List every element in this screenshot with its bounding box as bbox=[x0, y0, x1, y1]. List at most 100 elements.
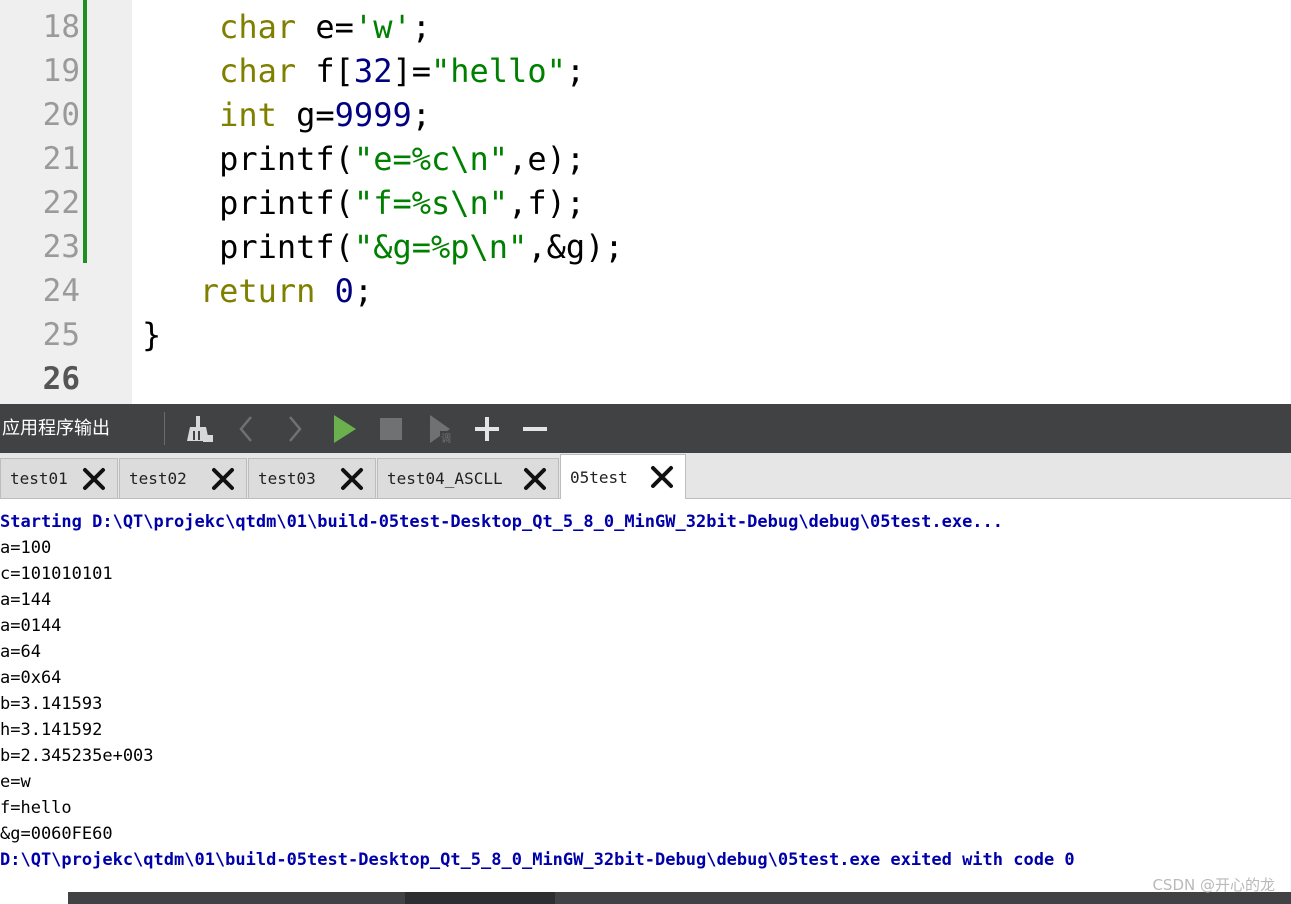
output-tab-test03[interactable]: test03 bbox=[248, 458, 376, 498]
output-tab-test04_ascll[interactable]: test04_ASCLL bbox=[377, 458, 559, 498]
output-line: e=w bbox=[0, 772, 31, 792]
output-line: f=hello bbox=[0, 798, 72, 818]
code-token: ,f); bbox=[508, 184, 586, 222]
output-tab-bar: test01 test02 test03 test04_ASCLL 05test bbox=[0, 453, 1291, 499]
output-status-line: D:\QT\projekc\qtdm\01\build-05test-Deskt… bbox=[0, 850, 1075, 870]
code-token: 0 bbox=[334, 272, 354, 310]
output-text-area[interactable]: Starting D:\QT\projekc\qtdm\01\build-05t… bbox=[0, 499, 1291, 892]
output-line: a=64 bbox=[0, 642, 41, 662]
output-line: a=0144 bbox=[0, 616, 62, 636]
zoom-out-button[interactable] bbox=[515, 404, 555, 453]
line-number: 23 bbox=[42, 229, 80, 265]
code-token: ]= bbox=[392, 52, 431, 90]
output-status-line: Starting D:\QT\projekc\qtdm\01\build-05t… bbox=[0, 512, 1004, 532]
previous-item-button[interactable] bbox=[227, 404, 267, 453]
line-number: 24 bbox=[42, 273, 80, 309]
output-tab-test02[interactable]: test02 bbox=[119, 458, 247, 498]
run-icon bbox=[334, 414, 356, 443]
code-line: char e='w'; bbox=[142, 5, 431, 49]
output-line: b=3.141593 bbox=[0, 694, 103, 714]
code-token: 'w' bbox=[353, 8, 412, 46]
code-token: int bbox=[219, 96, 277, 134]
code-token: f[ bbox=[296, 52, 354, 90]
code-token: printf( bbox=[219, 228, 354, 266]
tab-label: test03 bbox=[258, 469, 316, 488]
stop-button[interactable] bbox=[371, 404, 411, 453]
clear-output-button[interactable] bbox=[179, 404, 219, 453]
code-token: ,&g); bbox=[527, 228, 624, 266]
stop-icon bbox=[380, 417, 402, 440]
output-pane-title: 应用程序输出 bbox=[2, 418, 110, 439]
line-number: 21 bbox=[42, 141, 80, 177]
line-number: 25 bbox=[42, 317, 80, 353]
close-tab-icon[interactable] bbox=[522, 466, 548, 492]
line-number: 20 bbox=[42, 97, 80, 133]
zoom-out-icon bbox=[523, 426, 547, 431]
code-token: 32 bbox=[353, 52, 393, 90]
tab-label: test02 bbox=[129, 469, 187, 488]
close-tab-icon[interactable] bbox=[339, 466, 365, 492]
code-token: ; bbox=[411, 96, 431, 134]
code-token: "hello" bbox=[430, 52, 566, 90]
zoom-in-icon bbox=[475, 416, 499, 441]
code-token: } bbox=[142, 316, 162, 354]
code-line: printf("e=%c\n",e); bbox=[142, 137, 585, 181]
close-tab-icon[interactable] bbox=[81, 466, 107, 492]
output-line: h=3.141592 bbox=[0, 720, 103, 740]
tab-label: 05test bbox=[570, 467, 628, 487]
output-tab-test01[interactable]: test01 bbox=[0, 458, 118, 498]
code-token: "&g=%p\n" bbox=[353, 228, 528, 266]
change-marker-bar bbox=[83, 0, 87, 263]
zoom-in-button[interactable] bbox=[467, 404, 507, 453]
bottom-bar-segment bbox=[0, 892, 68, 904]
run-button[interactable] bbox=[323, 404, 363, 453]
code-line: char f[32]="hello"; bbox=[142, 49, 585, 93]
clear-output-icon bbox=[187, 415, 213, 442]
code-token: ,e); bbox=[508, 140, 586, 178]
close-tab-icon[interactable] bbox=[210, 466, 236, 492]
toolbar-separator bbox=[164, 412, 165, 445]
output-pane-toolbar: 应用程序输出 调 bbox=[0, 404, 1291, 453]
code-line: return 0; bbox=[142, 269, 373, 313]
output-line: a=100 bbox=[0, 538, 52, 558]
output-line: a=144 bbox=[0, 590, 52, 610]
attach-debugger-button[interactable]: 调 bbox=[420, 404, 460, 453]
code-token: e= bbox=[296, 8, 354, 46]
svg-text:调: 调 bbox=[441, 433, 451, 445]
watermark: CSDN @开心的龙 bbox=[1152, 876, 1275, 894]
code-token: ; bbox=[353, 272, 374, 310]
code-editor[interactable]: 18 19 20 21 22 23 24 25 26 char e='w'; char f[32… bbox=[0, 0, 1291, 404]
code-token: g= bbox=[276, 96, 335, 134]
code-token: ; bbox=[411, 8, 431, 46]
bottom-bar-segment bbox=[405, 892, 555, 904]
line-number-gutter: 18 19 20 21 22 23 24 25 26 bbox=[0, 0, 132, 404]
tab-label: test04_ASCLL bbox=[387, 469, 503, 488]
attach-debugger-icon: 调 bbox=[430, 414, 452, 445]
line-number: 26 bbox=[42, 361, 80, 397]
code-line: } bbox=[142, 313, 161, 357]
next-item-button[interactable] bbox=[274, 404, 314, 453]
code-token: "f=%s\n" bbox=[353, 184, 509, 222]
output-line: c=101010101 bbox=[0, 564, 113, 584]
code-token: printf( bbox=[219, 140, 354, 178]
code-token: 9999 bbox=[334, 96, 412, 134]
line-number: 19 bbox=[42, 53, 80, 89]
output-tab-05test[interactable]: 05test bbox=[560, 454, 686, 499]
code-token: char bbox=[219, 52, 297, 90]
previous-item-icon bbox=[239, 415, 252, 442]
code-line: printf("&g=%p\n",&g); bbox=[142, 225, 624, 269]
output-line: a=0x64 bbox=[0, 668, 62, 688]
output-line: &g=0060FE60 bbox=[0, 824, 113, 844]
code-token: return bbox=[199, 272, 316, 310]
close-tab-icon[interactable] bbox=[649, 464, 675, 490]
code-line: printf("f=%s\n",f); bbox=[142, 181, 585, 225]
code-token: char bbox=[219, 8, 297, 46]
